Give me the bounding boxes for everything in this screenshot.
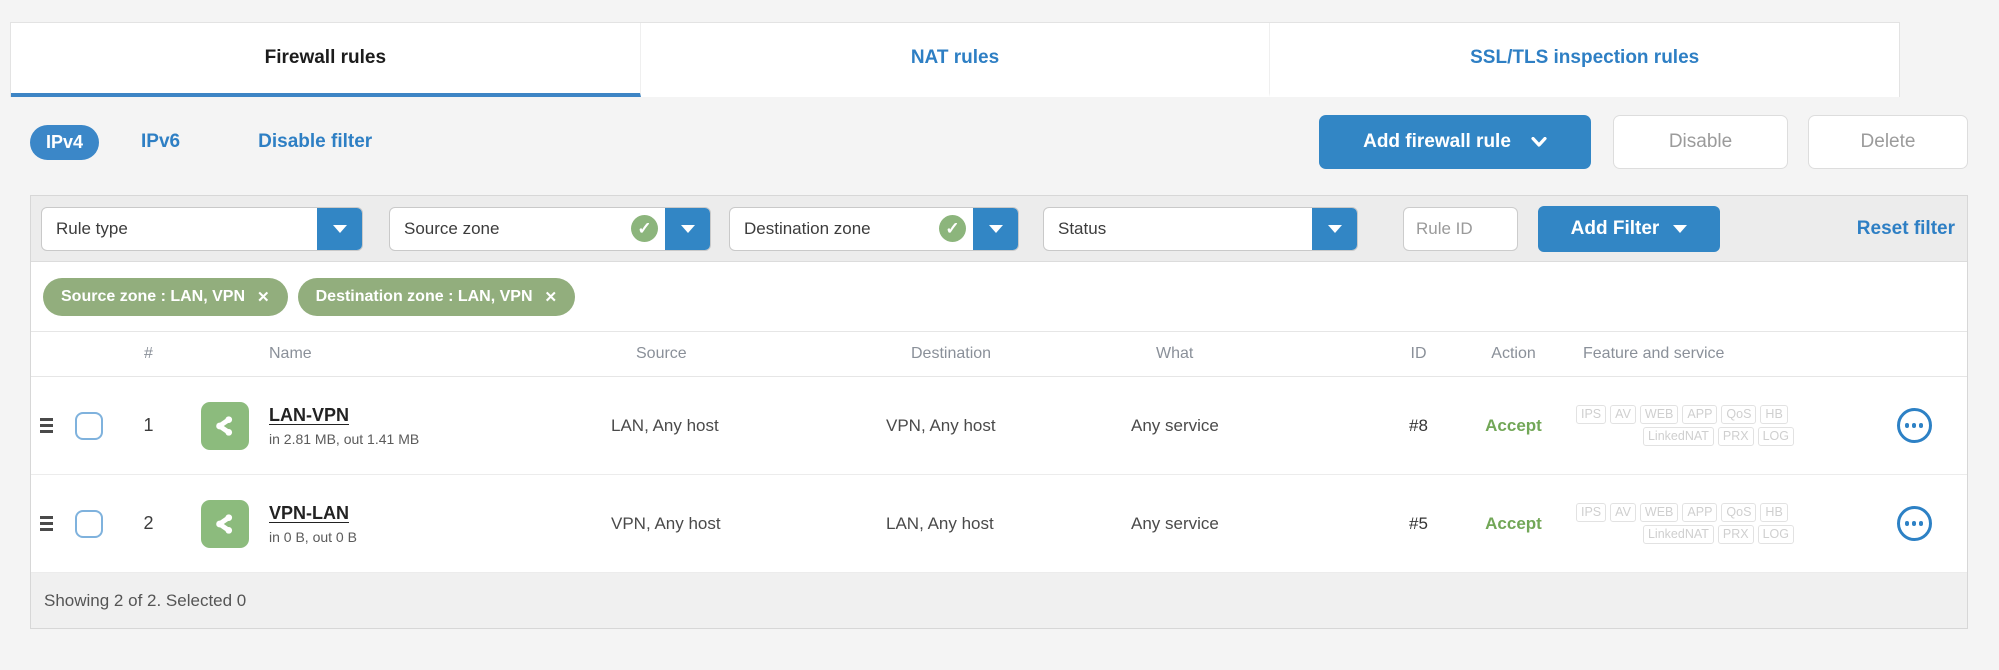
feature-badges: IPS AV WEB APP QoS HB LinkedNAT PRX LOG	[1571, 503, 1861, 544]
firewall-rules-panel: Rule type Source zone ✓ Destination zone…	[30, 195, 1968, 629]
rules-tabbar: Firewall rules NAT rules SSL/TLS inspect…	[10, 22, 1900, 97]
filter-applied-check-icon: ✓	[939, 215, 966, 242]
chip-label: Source zone : LAN, VPN	[61, 287, 246, 305]
feature-badge: LinkedNAT	[1642, 427, 1714, 446]
rule-action: Accept	[1485, 513, 1542, 533]
row-menu-ellipsis-icon[interactable]	[1896, 408, 1932, 443]
col-header-number: #	[144, 345, 153, 362]
table-row: 1 LAN-VPN in 2.81 MB, out 1.41 MB LAN, A…	[31, 377, 1967, 475]
rule-name-link[interactable]: VPN-LAN	[269, 503, 349, 523]
row-number: 2	[143, 513, 154, 533]
col-header-action: Action	[1491, 345, 1536, 362]
add-firewall-rule-button[interactable]: Add firewall rule	[1319, 115, 1591, 169]
rule-what: Any service	[1131, 415, 1219, 435]
col-header-destination: Destination	[911, 345, 992, 362]
feature-badge: AV	[1610, 405, 1636, 424]
feature-badge: HB	[1760, 503, 1788, 522]
chevron-down-icon[interactable]	[1312, 207, 1357, 250]
add-filter-label: Add Filter	[1570, 217, 1660, 239]
chip-remove-icon[interactable]: ✕	[257, 288, 270, 306]
filter-applied-check-icon: ✓	[631, 215, 658, 242]
rule-traffic: in 0 B, out 0 B	[269, 528, 357, 545]
rule-source: VPN, Any host	[611, 513, 721, 533]
row-count-summary: Showing 2 of 2. Selected 0	[44, 590, 247, 610]
status-dropdown-label: Status	[1058, 218, 1107, 238]
rule-destination: VPN, Any host	[886, 415, 996, 435]
disable-button[interactable]: Disable	[1613, 115, 1788, 169]
toolbar: IPv4 IPv6 Disable filter Add firewall ru…	[30, 113, 1968, 171]
chip-remove-icon[interactable]: ✕	[545, 288, 558, 306]
feature-badge: PRX	[1717, 427, 1754, 446]
feature-badge: WEB	[1639, 405, 1679, 424]
drag-handle-icon[interactable]	[31, 516, 61, 531]
chevron-down-icon[interactable]	[973, 207, 1018, 250]
status-dropdown[interactable]: Status	[1043, 206, 1358, 251]
rule-action: Accept	[1485, 415, 1542, 435]
chevron-down-icon	[1673, 224, 1688, 233]
feature-badge: QoS	[1721, 503, 1757, 522]
row-menu-ellipsis-icon[interactable]	[1896, 506, 1932, 541]
firewall-rule-icon	[201, 499, 249, 548]
feature-badge: IPS	[1576, 405, 1607, 424]
feature-badge: WEB	[1639, 503, 1679, 522]
col-header-feature-service: Feature and service	[1583, 345, 1725, 362]
rule-name-link[interactable]: LAN-VPN	[269, 405, 349, 425]
chevron-down-icon[interactable]	[317, 207, 362, 250]
rule-id-input[interactable]	[1403, 206, 1518, 251]
feature-badge: APP	[1682, 405, 1718, 424]
delete-button[interactable]: Delete	[1808, 115, 1968, 169]
destination-zone-dropdown-label: Destination zone	[744, 218, 871, 238]
chip-label: Destination zone : LAN, VPN	[315, 287, 533, 305]
disable-filter-link[interactable]: Disable filter	[258, 131, 372, 153]
table-row: 2 VPN-LAN in 0 B, out 0 B VPN, Any host …	[31, 475, 1967, 573]
feature-badge: HB	[1760, 405, 1788, 424]
rule-source: LAN, Any host	[611, 415, 719, 435]
destination-zone-dropdown[interactable]: Destination zone ✓	[729, 206, 1019, 251]
feature-badge: PRX	[1717, 525, 1754, 544]
feature-badge: LOG	[1757, 427, 1795, 446]
col-header-source: Source	[636, 345, 687, 362]
col-header-what: What	[1156, 345, 1194, 362]
chip-source-zone: Source zone : LAN, VPN ✕	[43, 277, 288, 316]
table-header-row: # Name Source Destination What ID Action…	[31, 332, 1967, 377]
rule-type-dropdown[interactable]: Rule type	[41, 206, 363, 251]
row-checkbox[interactable]	[74, 411, 103, 440]
source-zone-dropdown-label: Source zone	[404, 218, 500, 238]
feature-badge: APP	[1682, 503, 1718, 522]
active-filter-chips: Source zone : LAN, VPN ✕ Destination zon…	[31, 262, 1967, 332]
chip-destination-zone: Destination zone : LAN, VPN ✕	[297, 277, 576, 316]
drag-handle-icon[interactable]	[31, 418, 61, 433]
col-header-id: ID	[1410, 345, 1427, 362]
reset-filter-link[interactable]: Reset filter	[1857, 218, 1955, 240]
feature-badge: LinkedNAT	[1642, 525, 1714, 544]
ipv6-toggle[interactable]: IPv6	[141, 131, 180, 153]
filter-bar: Rule type Source zone ✓ Destination zone…	[31, 196, 1967, 262]
chevron-down-icon[interactable]	[665, 207, 710, 250]
feature-badge: QoS	[1721, 405, 1757, 424]
tab-nat-rules[interactable]: NAT rules	[641, 23, 1271, 97]
tab-firewall-rules[interactable]: Firewall rules	[11, 23, 641, 97]
rule-id: #8	[1409, 415, 1428, 435]
feature-badge: AV	[1610, 503, 1636, 522]
row-number: 1	[143, 415, 154, 435]
source-zone-dropdown[interactable]: Source zone ✓	[389, 206, 711, 251]
feature-badge: IPS	[1576, 503, 1607, 522]
firewall-rule-icon	[201, 401, 249, 450]
rule-type-dropdown-label: Rule type	[56, 218, 128, 238]
rule-what: Any service	[1131, 513, 1219, 533]
chevron-down-icon	[1531, 137, 1547, 147]
add-firewall-rule-label: Add firewall rule	[1363, 131, 1511, 152]
row-checkbox[interactable]	[74, 509, 103, 538]
rule-id: #5	[1409, 513, 1428, 533]
table-footer: Showing 2 of 2. Selected 0	[31, 573, 1967, 628]
feature-badges: IPS AV WEB APP QoS HB LinkedNAT PRX LOG	[1571, 405, 1861, 446]
tab-ssl-tls-inspection-rules[interactable]: SSL/TLS inspection rules	[1270, 23, 1899, 97]
rule-traffic: in 2.81 MB, out 1.41 MB	[269, 430, 420, 447]
col-header-name: Name	[269, 345, 312, 362]
rule-destination: LAN, Any host	[886, 513, 994, 533]
add-filter-button[interactable]: Add Filter	[1538, 205, 1720, 252]
feature-badge: LOG	[1757, 525, 1795, 544]
ipv4-toggle[interactable]: IPv4	[30, 124, 100, 160]
